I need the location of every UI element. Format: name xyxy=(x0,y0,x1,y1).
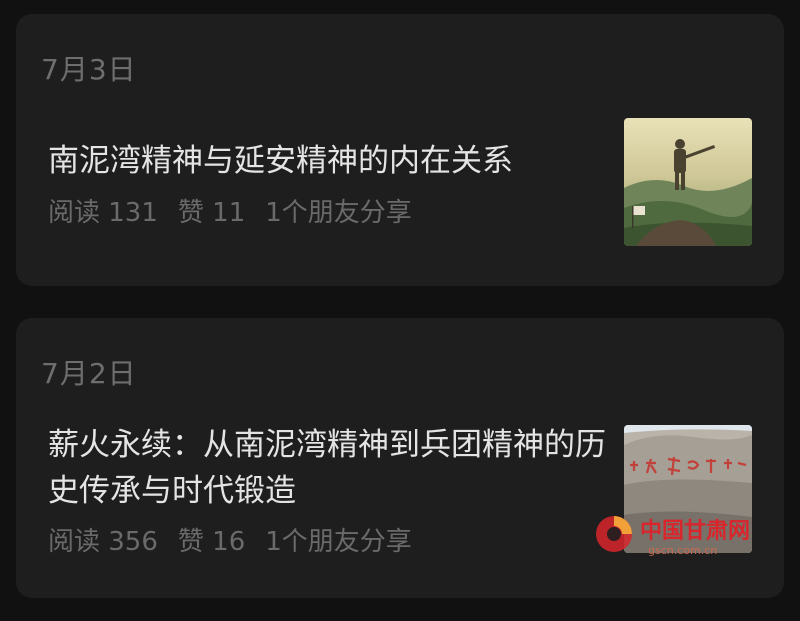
watermark-url-text: gscn.com.cn xyxy=(648,544,717,557)
read-count: 阅读 131 xyxy=(48,198,158,228)
article-card[interactable]: 7月3日 南泥湾精神与延安精神的内在关系 阅读 131 赞 11 1个朋友分享 xyxy=(16,14,784,286)
article-stats: 阅读 131 赞 11 1个朋友分享 xyxy=(48,192,432,229)
site-watermark: 中国甘肃网 gscn.com.cn xyxy=(592,508,762,560)
watermark-cn-text: 中国甘肃网 xyxy=(640,518,750,544)
article-title[interactable]: 南泥湾精神与延安精神的内在关系 xyxy=(48,138,608,184)
read-count: 阅读 356 xyxy=(48,527,158,557)
article-stats: 阅读 356 赞 16 1个朋友分享 xyxy=(48,521,432,558)
share-count: 1个朋友分享 xyxy=(265,527,412,557)
site-logo-icon xyxy=(596,516,632,552)
article-thumbnail[interactable] xyxy=(624,118,752,246)
article-title[interactable]: 薪火永续：从南泥湾精神到兵团精神的历史传承与时代锻造 xyxy=(48,422,608,514)
like-count: 赞 11 xyxy=(177,198,246,228)
like-count: 赞 16 xyxy=(177,527,246,557)
article-date: 7月2日 xyxy=(41,357,137,390)
article-date: 7月3日 xyxy=(41,53,137,86)
share-count: 1个朋友分享 xyxy=(265,198,412,228)
